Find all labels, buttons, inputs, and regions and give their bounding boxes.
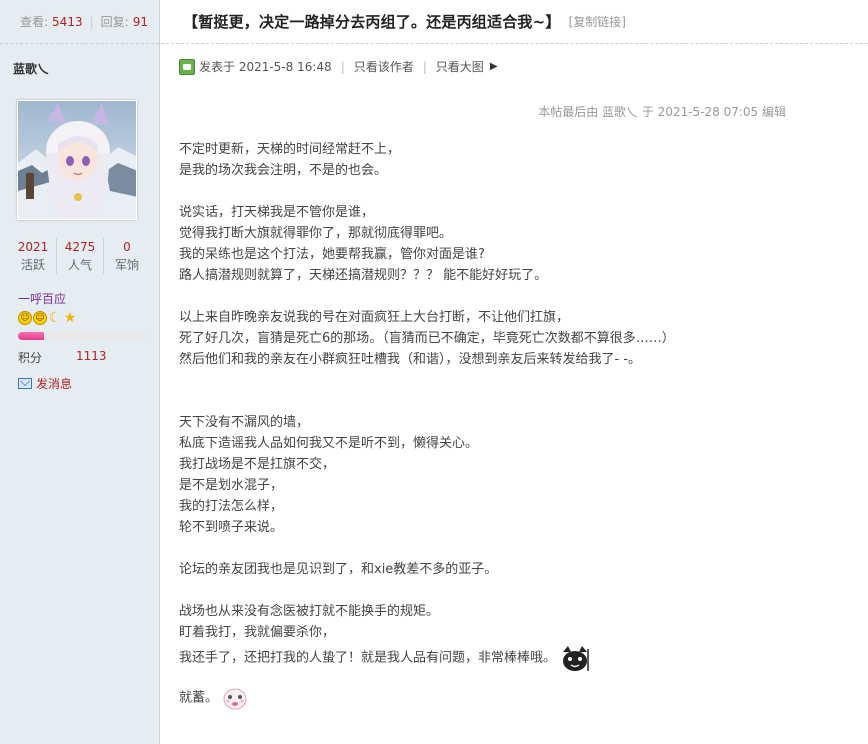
replies-label: 回复: bbox=[100, 15, 129, 29]
post-meta: 发表于 2021-5-8 16:48 | 只看该作者 | 只看大图 ▶ bbox=[179, 58, 498, 75]
post-line bbox=[179, 181, 859, 202]
stat-label: 活跃 bbox=[20, 258, 45, 272]
post-line-text: 我的打法怎么样， bbox=[179, 499, 284, 514]
pink-face-emoji-icon bbox=[222, 685, 248, 711]
post-line: 我打战场是不是扛旗不交， bbox=[179, 454, 859, 475]
post-line: 以上来自昨晚亲友说我的号在对面疯狂上大台打断，不让他们扛旗， bbox=[179, 307, 859, 328]
post-title: 【暂挺更，决定一路掉分去丙组了。还是丙组适合我~】 bbox=[183, 13, 561, 31]
last-edit-note: 本帖最后由 蓝歌乀 于 2021-5-28 07:05 编辑 bbox=[538, 105, 786, 119]
post-line: 论坛的亲友团我也是见识到了，和xie教差不多的亚子。 bbox=[179, 559, 859, 580]
post-line-text: 我打战场是不是扛旗不交， bbox=[179, 457, 336, 472]
copy-link-button[interactable]: [复制链接] bbox=[569, 13, 626, 30]
play-arrow-icon[interactable]: ▶ bbox=[490, 61, 498, 72]
online-status-icon bbox=[179, 58, 195, 75]
mail-icon bbox=[18, 378, 32, 389]
post-line bbox=[179, 286, 859, 307]
score-value: 1113 bbox=[76, 349, 107, 363]
send-message-link[interactable]: 发消息 bbox=[18, 375, 72, 392]
post-line: 死了好几次，盲猜是死亡6的那场。（盲猜而已不确定，毕竟死亡次数都不算很多……） bbox=[179, 328, 859, 349]
post-line: 私底下造谣我人品如何我又不是听不到，懒得关心。 bbox=[179, 433, 859, 454]
post-line-text: 盯着我打，我就偏要杀你， bbox=[179, 625, 336, 640]
avatar-image bbox=[18, 101, 136, 219]
post-timestamp: 发表于 2021-5-8 16:48 bbox=[199, 60, 332, 74]
post-line: 觉得我打断大旗就得罪你了，那就彻底得罪吧。 bbox=[179, 223, 859, 244]
author-username[interactable]: 蓝歌乀 bbox=[13, 60, 49, 77]
post-line: 我的呆练也是这个打法，她要帮我赢，管你对面是谁? bbox=[179, 244, 859, 265]
post-line: 盯着我打，我就偏要杀你， bbox=[179, 622, 859, 643]
post-line: 说实话，打天梯我是不管你是谁， bbox=[179, 202, 859, 223]
black-cat-emoji-icon bbox=[560, 643, 590, 673]
post-line bbox=[179, 538, 859, 559]
stat-pay: 0 军饷 bbox=[104, 238, 150, 274]
post-main: 【暂挺更，决定一路掉分去丙组了。还是丙组适合我~】 [复制链接] 发表于 202… bbox=[161, 0, 868, 744]
post-line: 然后他们和我的亲友在小群疯狂吐槽我（和谐），没想到亲友后来转发给我了- -。 bbox=[179, 349, 859, 370]
author-sidebar: 查看: 5413 | 回复: 91 蓝歌乀 2021 活跃 4275 人气 0 … bbox=[0, 0, 160, 744]
send-message-label[interactable]: 发消息 bbox=[36, 375, 72, 392]
score-label: 积分 bbox=[18, 351, 43, 365]
user-group-title[interactable]: 一呼百应 bbox=[18, 290, 66, 307]
post-line-text: 是不是划水混子， bbox=[179, 478, 284, 493]
post-line-text: 然后他们和我的亲友在小群疯狂吐槽我（和谐），没想到亲友后来转发给我了- -。 bbox=[179, 352, 642, 367]
post-line bbox=[179, 370, 859, 391]
level-progress-bar bbox=[18, 332, 146, 340]
post-line-text: 以上来自昨晚亲友说我的号在对面疯狂上大台打断，不让他们扛旗， bbox=[179, 310, 570, 325]
post-line-text: 战场也从来没有念医被打就不能换手的规矩。 bbox=[179, 604, 440, 619]
stats-divider: | bbox=[89, 14, 94, 29]
post-line-text: 我的呆练也是这个打法，她要帮我赢，管你对面是谁? bbox=[179, 247, 485, 262]
post-line: 就蓄。 bbox=[179, 685, 859, 710]
views-count: 5413 bbox=[52, 14, 83, 29]
stat-value: 2021 bbox=[17, 240, 49, 254]
medal-row: ☺ ☺ ☾ ★ bbox=[18, 311, 77, 325]
post-line: 轮不到喷子来说。 bbox=[179, 517, 859, 538]
author-stats: 2021 活跃 4275 人气 0 军饷 bbox=[10, 238, 150, 274]
post-title-row: 【暂挺更，决定一路掉分去丙组了。还是丙组适合我~】 [复制链接] bbox=[161, 0, 868, 44]
views-label: 查看: bbox=[20, 15, 49, 29]
moon-medal-icon: ☾ bbox=[48, 310, 62, 326]
post-line-text: 是我的场次我会注明，不是的也会。 bbox=[179, 163, 388, 178]
post-line bbox=[179, 580, 859, 601]
post-line: 是我的场次我会注明，不是的也会。 bbox=[179, 160, 859, 181]
post-line-text: 路人搞潜规则就算了，天梯还搞潜规则？？？ 能不能好好玩了。 bbox=[179, 268, 548, 283]
post-line: 战场也从来没有念医被打就不能换手的规矩。 bbox=[179, 601, 859, 622]
stat-popularity: 4275 人气 bbox=[57, 238, 104, 274]
stat-label: 军饷 bbox=[114, 258, 139, 272]
meta-divider: | bbox=[340, 59, 345, 74]
smiley-medal-icon: ☺ bbox=[33, 311, 47, 325]
only-big-image-link[interactable]: 只看大图 bbox=[436, 58, 484, 75]
post-line: 路人搞潜规则就算了，天梯还搞潜规则？？？ 能不能好好玩了。 bbox=[179, 265, 859, 286]
post-line: 是不是划水混子， bbox=[179, 475, 859, 496]
post-line: 不定时更新，天梯的时间经常赶不上， bbox=[179, 139, 859, 160]
only-author-link[interactable]: 只看该作者 bbox=[354, 58, 414, 75]
thread-stats: 查看: 5413 | 回复: 91 bbox=[0, 0, 159, 44]
post-line: 我的打法怎么样， bbox=[179, 496, 859, 517]
post-line: 天下没有不漏风的墙， bbox=[179, 412, 859, 433]
post-line-text: 觉得我打断大旗就得罪你了，那就彻底得罪吧。 bbox=[179, 226, 453, 241]
post-line-text: 说实话，打天梯我是不管你是谁， bbox=[179, 205, 375, 220]
stat-activity: 2021 活跃 bbox=[10, 238, 57, 274]
post-line-text: 不定时更新，天梯的时间经常赶不上， bbox=[179, 142, 401, 157]
post-line-text: 论坛的亲友团我也是见识到了，和xie教差不多的亚子。 bbox=[179, 562, 498, 577]
post-line bbox=[179, 391, 859, 412]
post-line: 我还手了，还把打我的人蛰了！就是我人品有问题，非常棒棒哦。 bbox=[179, 643, 859, 671]
replies-count: 91 bbox=[132, 14, 148, 29]
post-line-text: 天下没有不漏风的墙， bbox=[179, 415, 310, 430]
post-body: 不定时更新，天梯的时间经常赶不上， 是我的场次我会注明，不是的也会。 说实话，打天梯… bbox=[179, 139, 859, 710]
post-line-text: 我还手了，还把打我的人蛰了！就是我人品有问题，非常棒棒哦。 bbox=[179, 650, 557, 666]
level-progress-fill bbox=[18, 332, 44, 340]
stat-label: 人气 bbox=[67, 258, 92, 272]
post-line-text: 就蓄。 bbox=[179, 690, 219, 706]
stat-value: 4275 bbox=[64, 240, 96, 254]
post-line-text: 私底下造谣我人品如何我又不是听不到，懒得关心。 bbox=[179, 436, 479, 451]
smiley-medal-icon: ☺ bbox=[18, 311, 32, 325]
score-row: 积分 1113 bbox=[18, 349, 148, 366]
stat-value: 0 bbox=[123, 240, 131, 254]
avatar[interactable] bbox=[17, 100, 137, 220]
meta-divider: | bbox=[422, 59, 427, 74]
star-medal-icon: ★ bbox=[63, 310, 77, 326]
post-line-text: 轮不到喷子来说。 bbox=[179, 520, 284, 535]
post-line-text: 死了好几次，盲猜是死亡6的那场。（盲猜而已不确定，毕竟死亡次数都不算很多……） bbox=[179, 331, 675, 346]
post-line bbox=[179, 664, 859, 685]
